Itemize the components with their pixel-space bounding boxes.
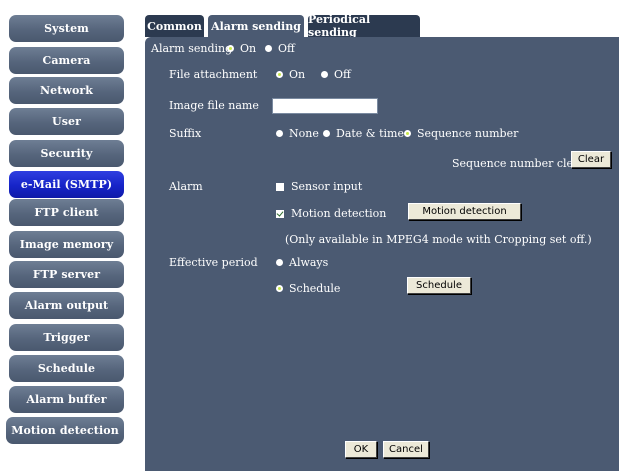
sidebar-item-schedule[interactable]: Schedule: [9, 355, 124, 382]
radio-selected-icon: [276, 285, 283, 292]
sidebar-item-alarm-buffer[interactable]: Alarm buffer: [9, 386, 124, 413]
sidebar-item-network[interactable]: Network: [9, 77, 124, 104]
suffix-none-label: None: [289, 127, 319, 140]
suffix-date-time-label: Date & time: [336, 127, 404, 140]
motion-detection-label: Motion detection: [291, 207, 387, 220]
ok-button[interactable]: OK: [345, 441, 377, 458]
file-attachment-label: File attachment: [169, 68, 258, 81]
sidebar-item-email-smtp[interactable]: e-Mail (SMTP): [9, 171, 124, 198]
image-file-name-input[interactable]: [272, 98, 378, 114]
sidebar-item-ftp-client[interactable]: FTP client: [9, 199, 124, 226]
radio-icon: [276, 130, 283, 137]
schedule-radio-label: Schedule: [289, 282, 341, 295]
file-attachment-on-label: On: [289, 68, 306, 81]
alarm-label: Alarm: [169, 180, 203, 193]
always-radio[interactable]: Always: [276, 256, 328, 269]
mpeg4-note: (Only available in MPEG4 mode with Cropp…: [285, 233, 592, 246]
alarm-sending-off-label: Off: [278, 42, 295, 55]
alarm-sending-off-radio[interactable]: Off: [265, 42, 295, 55]
sensor-input-label: Sensor input: [291, 180, 363, 193]
tab-common[interactable]: Common: [145, 15, 204, 37]
suffix-label: Suffix: [169, 127, 202, 140]
radio-selected-icon: [404, 130, 411, 137]
checkbox-checked-icon: [276, 209, 284, 218]
cancel-button[interactable]: Cancel: [383, 441, 429, 458]
sequence-clear-label: Sequence number clear: [452, 157, 585, 170]
schedule-button[interactable]: Schedule: [407, 277, 471, 294]
sidebar-item-security[interactable]: Security: [9, 140, 124, 167]
suffix-sequence-label: Sequence number: [417, 127, 519, 140]
radio-icon: [265, 45, 272, 52]
sensor-input-checkbox[interactable]: Sensor input: [276, 180, 362, 193]
alarm-sending-label: Alarm sending: [151, 42, 233, 55]
sidebar-item-motion-detection[interactable]: Motion detection: [6, 417, 124, 444]
suffix-date-time-radio[interactable]: Date & time: [323, 127, 404, 140]
tab-periodical-sending[interactable]: Periodical sending: [308, 13, 420, 39]
file-attachment-off-label: Off: [334, 68, 351, 81]
schedule-radio[interactable]: Schedule: [276, 282, 340, 295]
image-file-name-label: Image file name: [169, 99, 259, 112]
effective-period-label: Effective period: [169, 256, 258, 269]
radio-icon: [323, 130, 330, 137]
radio-selected-icon: [276, 71, 283, 78]
radio-icon: [276, 259, 283, 266]
motion-detection-button[interactable]: Motion detection: [408, 203, 521, 220]
sidebar-item-user[interactable]: User: [9, 108, 124, 135]
file-attachment-on-radio[interactable]: On: [276, 68, 305, 81]
sidebar-item-system[interactable]: System: [9, 15, 124, 42]
radio-selected-icon: [227, 45, 234, 52]
alarm-sending-on-label: On: [240, 42, 257, 55]
file-attachment-off-radio[interactable]: Off: [321, 68, 351, 81]
sidebar-item-image-memory[interactable]: Image memory: [9, 231, 124, 258]
sidebar-item-ftp-server[interactable]: FTP server: [9, 261, 124, 288]
clear-button[interactable]: Clear: [571, 151, 611, 168]
sidebar-item-camera[interactable]: Camera: [9, 47, 124, 74]
alarm-sending-on-radio[interactable]: On: [227, 42, 256, 55]
suffix-sequence-radio[interactable]: Sequence number: [404, 127, 518, 140]
checkbox-icon: [276, 182, 284, 191]
suffix-none-radio[interactable]: None: [276, 127, 319, 140]
sidebar-item-trigger[interactable]: Trigger: [9, 324, 124, 351]
sidebar-nav: System Camera Network User Security e-Ma…: [0, 0, 137, 471]
sidebar-item-alarm-output[interactable]: Alarm output: [9, 292, 124, 319]
tab-alarm-sending[interactable]: Alarm sending: [208, 15, 304, 37]
motion-detection-checkbox[interactable]: Motion detection: [276, 207, 386, 220]
always-label: Always: [289, 256, 329, 269]
radio-icon: [321, 71, 328, 78]
